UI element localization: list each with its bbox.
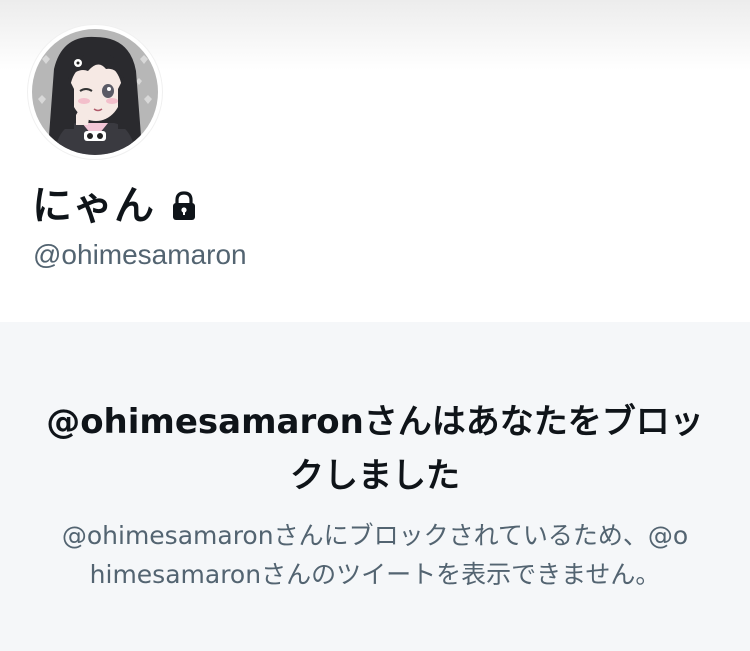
display-name-row: にゃん xyxy=(32,178,201,234)
avatar[interactable] xyxy=(28,25,162,159)
handle: @ohimesamaron xyxy=(33,239,247,270)
avatar-anime-girl-icon xyxy=(32,29,158,155)
blocked-description: @ohimesamaronさんにブロックされているため、@ohimesamaro… xyxy=(61,521,689,589)
display-name: にゃん xyxy=(32,183,155,229)
blocked-title: @ohimesamaronさんはあなたをブロックしました xyxy=(46,402,704,496)
lock-icon xyxy=(167,189,201,223)
profile-header: にゃん @ohimesamaron xyxy=(0,0,750,322)
